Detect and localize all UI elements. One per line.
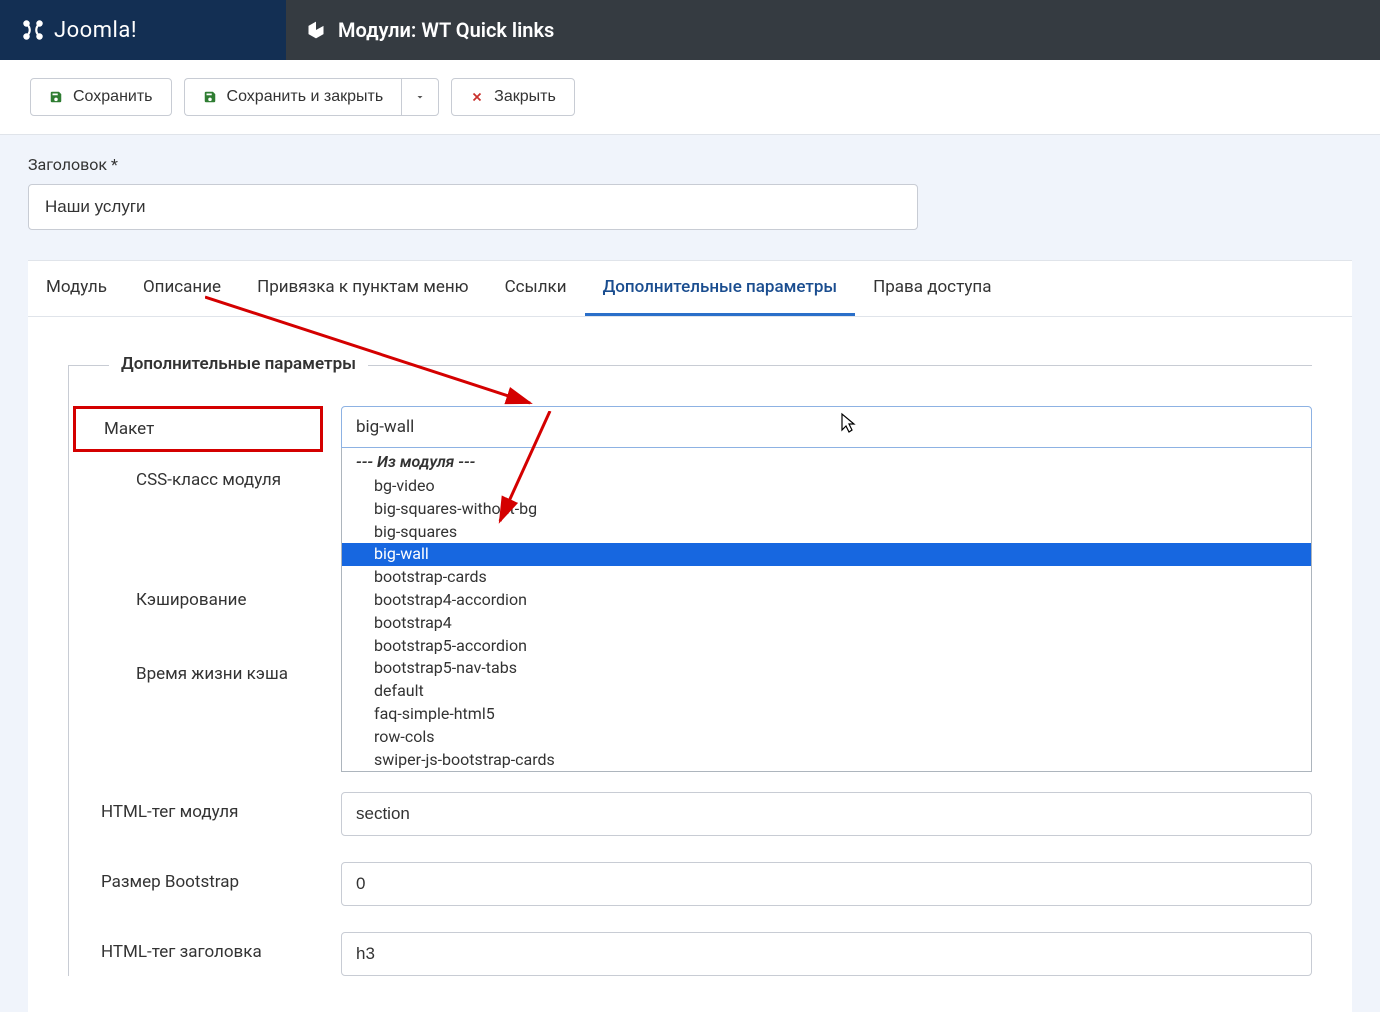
close-button[interactable]: Закрыть	[451, 78, 575, 116]
tab-advanced[interactable]: Дополнительные параметры	[585, 261, 856, 316]
tab-menu-assignment[interactable]: Привязка к пунктам меню	[239, 261, 487, 316]
tab-links[interactable]: Ссылки	[487, 261, 585, 316]
toolbar: Сохранить Сохранить и закрыть Закрыть	[0, 60, 1380, 135]
chevron-down-icon	[414, 91, 426, 103]
cache-time-label: Время жизни кэша	[136, 664, 288, 684]
dropdown-option[interactable]: default	[342, 680, 1311, 703]
dropdown-option[interactable]: bootstrap4	[342, 612, 1311, 635]
joomla-logo: Joomla!	[20, 17, 137, 43]
joomla-icon	[20, 17, 46, 43]
row-layout: Макет big-wall --- Из модуля --- bg-vide…	[69, 406, 1312, 772]
dropdown-option[interactable]: swiper-js-bootstrap-cards	[342, 749, 1311, 772]
dropdown-option[interactable]: big-squares	[342, 521, 1311, 544]
layout-label: Макет	[73, 406, 323, 452]
layout-dropdown-list: --- Из модуля --- bg-videobig-squares-wi…	[341, 448, 1312, 772]
row-html-tag: HTML-тег модуля	[69, 792, 1312, 836]
save-close-button-label: Сохранить и закрыть	[227, 88, 384, 106]
title-field-label: Заголовок *	[28, 155, 1352, 174]
content: Заголовок * Модуль Описание Привязка к п…	[0, 135, 1380, 1012]
save-close-button[interactable]: Сохранить и закрыть	[184, 78, 402, 116]
layout-control: big-wall --- Из модуля --- bg-videobig-s…	[341, 406, 1312, 772]
dropdown-option[interactable]: big-squares-without-bg	[342, 498, 1311, 521]
dropdown-option[interactable]: faq-simple-html5	[342, 703, 1311, 726]
dropdown-option[interactable]: bootstrap5-accordion	[342, 635, 1311, 658]
page-title: Модули: WT Quick links	[338, 18, 554, 42]
title-input[interactable]	[28, 184, 918, 230]
header-tag-label: HTML-тег заголовка	[69, 932, 341, 972]
css-class-label: CSS-класс модуля	[136, 470, 281, 490]
tab-module[interactable]: Модуль	[28, 261, 125, 316]
tab-description[interactable]: Описание	[125, 261, 239, 316]
save-icon	[203, 90, 217, 104]
save-button[interactable]: Сохранить	[30, 78, 172, 116]
fieldset-legend: Дополнительные параметры	[109, 354, 368, 374]
html-tag-label: HTML-тег модуля	[69, 792, 341, 832]
save-icon	[49, 90, 63, 104]
close-icon	[470, 90, 484, 104]
save-close-group: Сохранить и закрыть	[184, 78, 440, 116]
row-header-tag: HTML-тег заголовка	[69, 932, 1312, 976]
save-button-label: Сохранить	[73, 88, 153, 106]
dropdown-option[interactable]: row-cols	[342, 726, 1311, 749]
dropdown-option[interactable]: big-wall	[342, 543, 1311, 566]
dropdown-option[interactable]: bootstrap-cards	[342, 566, 1311, 589]
layout-select[interactable]: big-wall	[341, 406, 1312, 448]
save-close-dropdown-toggle[interactable]	[401, 78, 439, 116]
dropdown-option[interactable]: bg-video	[342, 475, 1311, 498]
dropdown-option-group: --- Из модуля ---	[342, 448, 1311, 475]
dropdown-option[interactable]: bootstrap4-accordion	[342, 589, 1311, 612]
header-tag-input[interactable]	[341, 932, 1312, 976]
dropdown-option[interactable]: bootstrap5-nav-tabs	[342, 657, 1311, 680]
topbar: Joomla! Модули: WT Quick links	[0, 0, 1380, 60]
bootstrap-size-input[interactable]	[341, 862, 1312, 906]
row-bootstrap-size: Размер Bootstrap	[69, 862, 1312, 906]
tab-permissions[interactable]: Права доступа	[855, 261, 1009, 316]
tabs: Модуль Описание Привязка к пунктам меню …	[28, 260, 1352, 317]
caching-label: Кэширование	[136, 590, 246, 610]
html-tag-input[interactable]	[341, 792, 1312, 836]
close-button-label: Закрыть	[494, 88, 556, 106]
brand-name: Joomla!	[54, 18, 137, 43]
cube-icon	[306, 20, 326, 40]
header-title-area: Модули: WT Quick links	[286, 0, 1380, 60]
brand-area[interactable]: Joomla!	[0, 0, 286, 60]
bootstrap-size-label: Размер Bootstrap	[69, 862, 341, 902]
